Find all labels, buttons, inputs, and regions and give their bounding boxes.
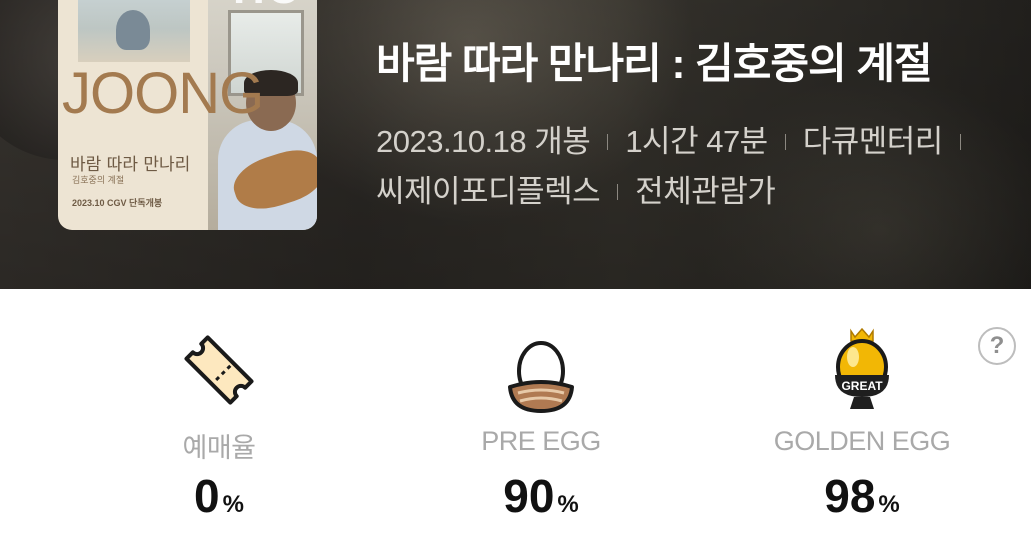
genre: 다큐멘터리	[802, 124, 944, 159]
golden-egg-great-icon: GREAT	[817, 325, 907, 415]
movie-poster[interactable]: HO JOONG 바람 따라 만나리 김호중의 계절 2023.10 CGV 단…	[58, 0, 317, 230]
stat-unit: %	[878, 491, 900, 518]
movie-stats-panel: 예매율 0% PRE EGG 90% GREAT GOLDEN EGG 98 %…	[0, 289, 1031, 555]
poster-subtitle: 김호중의 계절	[72, 175, 125, 185]
stat-label: 예매율	[182, 433, 256, 463]
poster-top-lettering: HO	[233, 0, 303, 14]
stat-value: 90%	[401, 469, 681, 523]
stat-value: 0%	[79, 469, 359, 523]
meta-divider	[617, 184, 619, 201]
meta-divider	[784, 134, 786, 151]
age-rating: 전체관람가	[635, 174, 776, 209]
stat-number: 90	[503, 470, 555, 522]
movie-meta-line-2: 씨제이포디플렉스 전체관람가	[376, 166, 776, 211]
release-date: 2023.10.18 개봉	[376, 124, 591, 159]
poster-handwritten-title: 바람 따라 만나리	[70, 155, 191, 175]
movie-hero-banner: HO JOONG 바람 따라 만나리 김호중의 계절 2023.10 CGV 단…	[0, 0, 1031, 289]
poster-inset-figure	[116, 10, 150, 50]
help-question-icon[interactable]: ?	[978, 327, 1016, 365]
poster-title-lettering: JOONG	[62, 61, 264, 126]
stat-label: GOLDEN EGG	[773, 426, 951, 456]
stat-value: 98%	[722, 469, 1002, 523]
meta-divider	[607, 134, 609, 151]
great-badge-text: GREAT	[841, 379, 883, 393]
stat-unit: %	[557, 491, 579, 518]
stat-pre-egg: PRE EGG 90%	[401, 289, 681, 555]
stat-reservation-rate: 예매율 0%	[79, 289, 359, 555]
ticket-icon	[174, 325, 264, 415]
poster-release-line: 2023.10 CGV 단독개봉	[72, 198, 163, 208]
distributor: 씨제이포디플렉스	[376, 174, 601, 209]
runtime: 1시간 47분	[625, 124, 768, 159]
meta-divider	[959, 134, 961, 151]
stat-unit: %	[222, 491, 244, 518]
stat-label: PRE EGG	[481, 426, 601, 456]
movie-title: 바람 따라 만나리 : 김호중의 계절	[376, 40, 933, 87]
movie-meta-line-1: 2023.10.18 개봉 1시간 47분 다큐멘터리	[376, 116, 978, 161]
stat-golden-egg: GREAT GOLDEN EGG 98%	[722, 289, 1002, 555]
egg-in-nest-icon	[496, 325, 586, 415]
stat-number: 98	[824, 470, 876, 522]
stat-number: 0	[194, 470, 220, 522]
